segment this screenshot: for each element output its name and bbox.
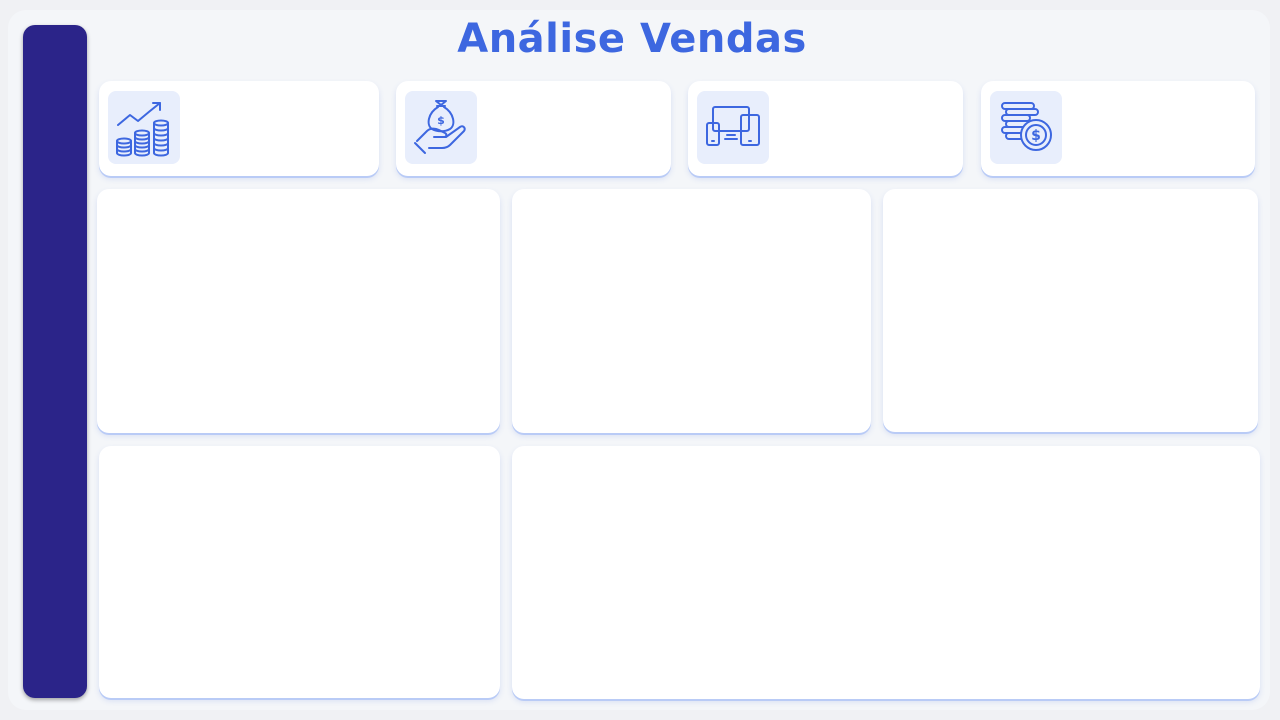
kpi-card-1[interactable] <box>99 81 379 176</box>
dashboard-frame: Análise Vendas $ $ <box>0 0 1280 720</box>
coin-stack-dollar-icon: $ <box>990 91 1062 164</box>
chart-panel-5[interactable] <box>512 446 1260 699</box>
kpi-card-4[interactable]: $ <box>981 81 1255 176</box>
growth-coins-icon <box>108 91 180 164</box>
chart-panel-3[interactable] <box>883 189 1258 432</box>
devices-icon <box>697 91 769 164</box>
chart-panel-1[interactable] <box>97 189 500 433</box>
kpi-card-2[interactable]: $ <box>396 81 671 176</box>
hand-money-bag-icon: $ <box>405 91 477 164</box>
svg-text:$: $ <box>1031 128 1041 144</box>
page-title: Análise Vendas <box>457 16 807 62</box>
chart-panel-4[interactable] <box>99 446 500 698</box>
chart-panel-2[interactable] <box>512 189 871 433</box>
kpi-card-3[interactable] <box>688 81 963 176</box>
svg-text:$: $ <box>437 114 445 127</box>
sidebar-nav[interactable] <box>23 25 87 698</box>
